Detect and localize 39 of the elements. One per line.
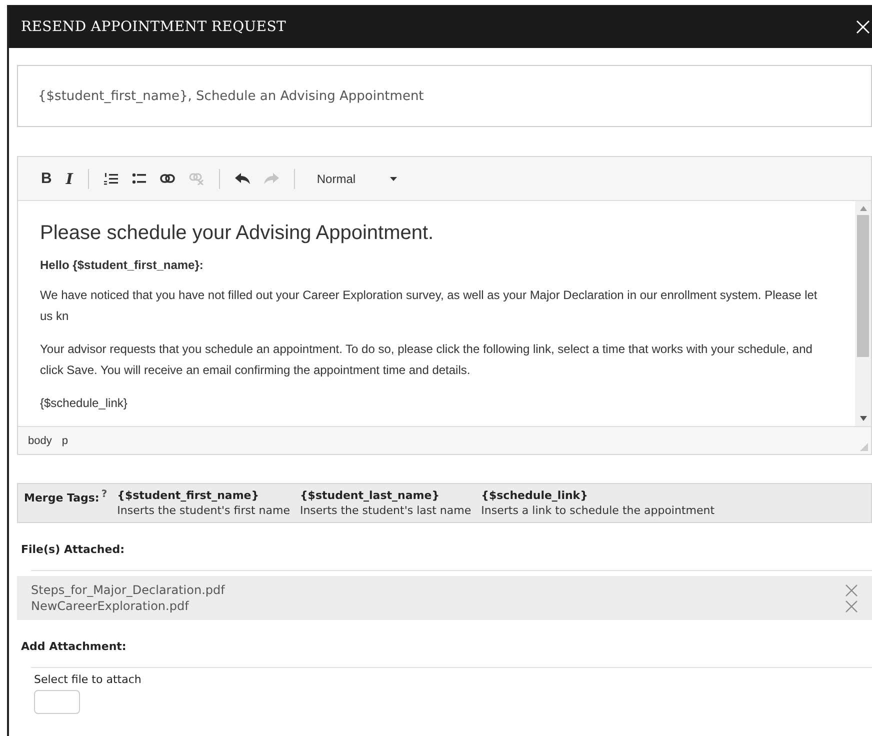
element-path-item[interactable]: body <box>28 434 52 446</box>
remove-icon[interactable] <box>845 584 858 596</box>
close-icon[interactable] <box>856 20 870 34</box>
italic-button[interactable]: I <box>60 166 78 190</box>
help-mark[interactable]: ? <box>101 489 108 500</box>
file-hint: Select file to attach <box>34 673 142 686</box>
resize-handle-icon[interactable] <box>860 443 868 451</box>
upload-button[interactable] <box>34 690 80 714</box>
message-paragraph: We have noticed that you have not filled out your Career Exploration survey, as well as your Major Declaration in our enrollment system. Please let us kn <box>40 287 818 325</box>
greeting-text: Hello {$student_first_name}: <box>40 258 204 272</box>
scrollbar[interactable] <box>855 201 871 426</box>
dialog-title: RESEND APPOINTMENT REQUEST <box>21 18 286 34</box>
merge-tag-text: {$schedule_link} <box>40 395 128 412</box>
section-label: File(s) Attached: <box>21 543 126 556</box>
unlink-icon <box>188 172 204 184</box>
message-paragraph: Your advisor requests that you schedule an appointment. To do so, please click the following link, select a time that works with your schedule, and click Save. You will receive an email confirming the appointment time and details. <box>40 341 814 379</box>
merge-tag-description: Inserts the student's last name <box>300 504 472 517</box>
subject-field[interactable]: {$student_first_name}, Schedule an Advising Appointment <box>17 65 872 127</box>
merge-tag: {$schedule_link} <box>481 489 715 502</box>
link-icon <box>160 174 175 183</box>
bold-button[interactable]: B <box>36 166 57 190</box>
scroll-up-icon[interactable] <box>860 206 866 211</box>
remove-icon[interactable] <box>845 600 858 612</box>
merge-tag-description: Inserts a link to schedule the appointment <box>481 504 715 517</box>
caret-icon <box>390 176 397 180</box>
redo-icon <box>264 172 279 184</box>
scroll-down-icon[interactable] <box>860 416 866 421</box>
undo-icon <box>234 172 250 184</box>
element-path-item[interactable]: p <box>62 434 68 446</box>
format-dropdown[interactable]: Normal <box>308 172 405 186</box>
numbered-list-icon <box>104 172 118 184</box>
section-label: Add Attachment: <box>21 640 128 653</box>
bulleted-list-icon <box>132 172 146 184</box>
merge-tag: {$student_last_name} <box>300 489 472 502</box>
message-heading: Please schedule your Advising Appointment. <box>40 222 435 245</box>
file-name: Steps_for_Major_Declaration.pdf <box>31 583 225 597</box>
file-name: NewCareerExploration.pdf <box>31 599 189 613</box>
merge-tag: {$student_first_name} <box>117 489 290 502</box>
merge-tag-description: Inserts the student's first name <box>117 504 290 517</box>
